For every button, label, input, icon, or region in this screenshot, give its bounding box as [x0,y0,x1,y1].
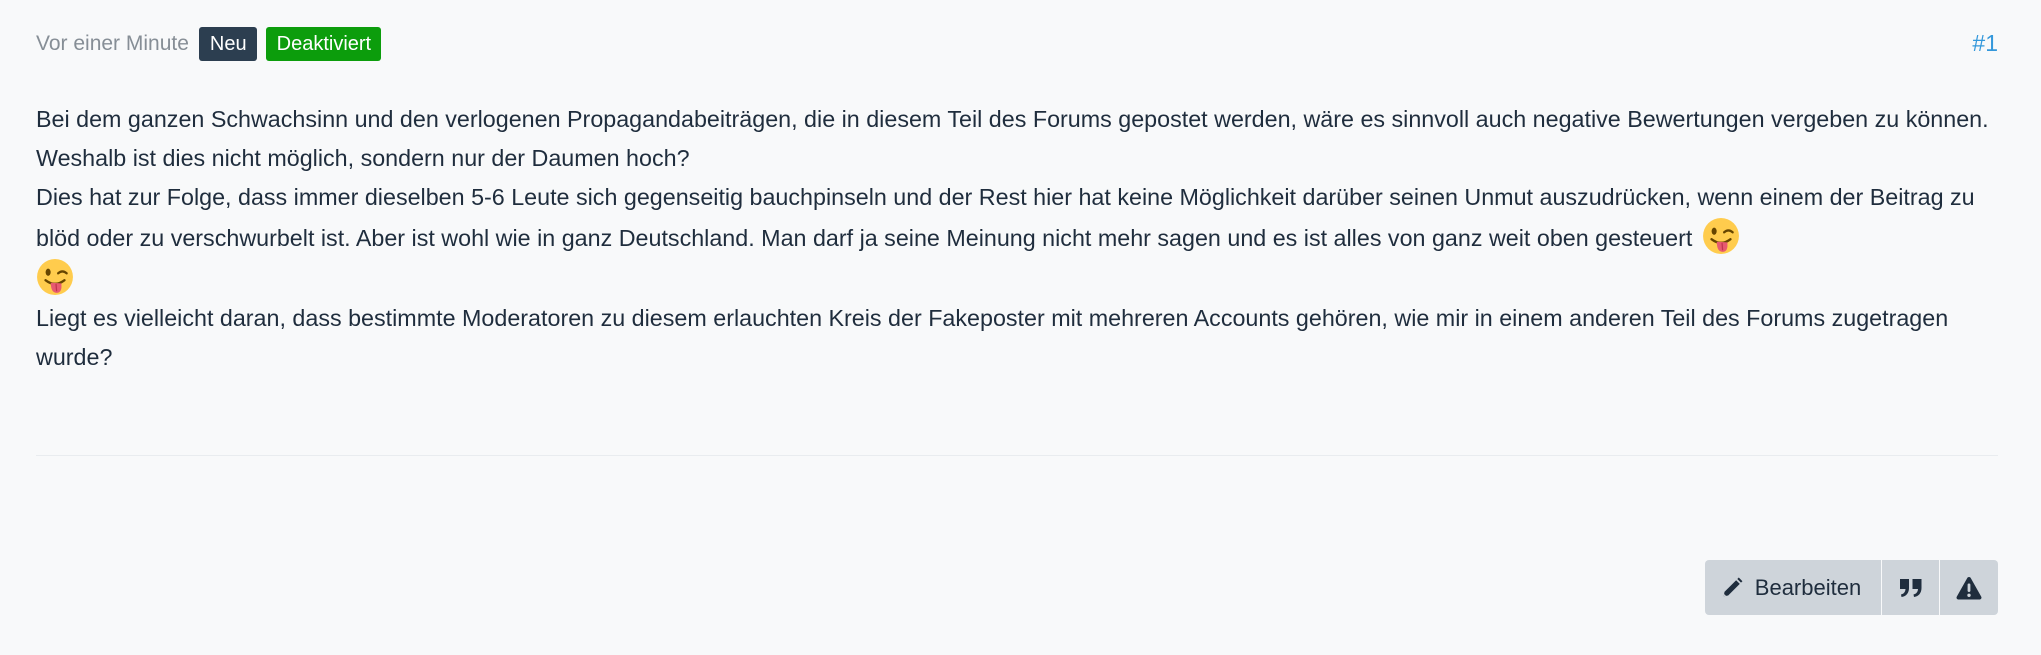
edit-button[interactable]: Bearbeiten [1705,560,1881,615]
post-actions: Bearbeiten [1705,560,1998,615]
post-divider [36,455,1998,456]
winking-face-with-tongue-icon [37,259,73,295]
pencil-icon [1721,577,1743,599]
post-paragraph: Dies hat zur Folge, dass immer dieselben… [36,178,2001,258]
post-meta: Vor einer Minute Neu Deaktiviert [36,27,382,61]
warning-triangle-icon [1956,576,1982,600]
post-paragraph [36,258,2001,299]
post-content: Bei dem ganzen Schwachsinn und den verlo… [36,100,2001,377]
post-number-link[interactable]: #1 [1972,30,1998,57]
disabled-badge: Deaktiviert [265,27,382,61]
post-time: Vor einer Minute [36,32,189,55]
edit-button-label: Bearbeiten [1754,574,1862,600]
forum-post: Vor einer Minute Neu Deaktiviert #1 Bei … [36,0,1998,655]
winking-face-with-tongue-icon [1702,218,1739,254]
quote-icon [1899,578,1923,598]
post-paragraph-text: Dies hat zur Folge, dass immer dieselben… [36,184,1975,251]
new-badge: Neu [198,27,257,61]
report-button[interactable] [1939,560,1998,615]
quote-button[interactable] [1881,560,1939,615]
post-paragraph: Liegt es vielleicht daran, dass bestimmt… [36,305,1949,370]
post-paragraph: Bei dem ganzen Schwachsinn und den verlo… [36,106,1989,171]
